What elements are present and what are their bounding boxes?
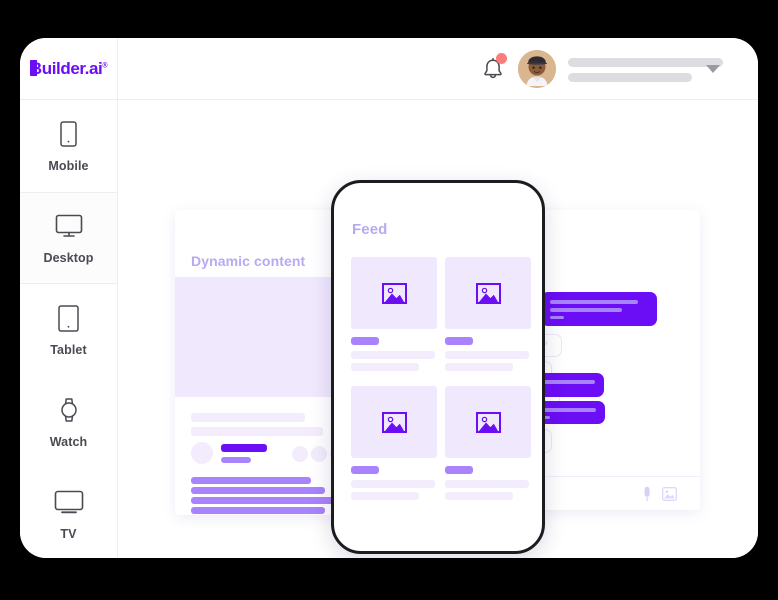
image-attachment-icon[interactable] (662, 487, 677, 506)
registered-mark: ® (102, 62, 108, 70)
text-placeholder-bar (191, 497, 336, 504)
image-placeholder-icon (475, 282, 501, 304)
feed-tile-text-bar (351, 351, 435, 359)
text-placeholder-bar (191, 487, 325, 494)
feed-tile-label-bar (445, 466, 473, 474)
sidebar-item-mobile[interactable]: Mobile (20, 100, 117, 192)
sidebar-item-watch[interactable]: Watch (20, 376, 117, 468)
phone-preview-frame: Feed (331, 180, 545, 554)
sidebar-label-tablet: Tablet (50, 343, 87, 357)
app-header: Builder.ai® (20, 38, 758, 100)
feed-tile-text-bar (351, 480, 435, 488)
feed-tile[interactable] (445, 257, 531, 329)
chat-bubble-outgoing (541, 292, 657, 326)
tablet-icon (58, 303, 79, 333)
preview-canvas: Chat (118, 100, 758, 558)
logo-word: uilder.ai (41, 59, 103, 78)
feed-tile[interactable] (445, 386, 531, 458)
desktop-monitor-icon (55, 211, 83, 241)
tv-icon (54, 487, 84, 517)
reaction-dot (292, 446, 308, 462)
sidebar-label-desktop: Desktop (43, 251, 94, 265)
feed-tile-text-bar (445, 480, 529, 488)
text-placeholder-bar (191, 427, 323, 436)
user-avatar[interactable] (518, 50, 556, 88)
microphone-icon[interactable] (643, 486, 651, 507)
feed-tile-text-bar (351, 492, 419, 500)
dynamic-content-title: Dynamic content (191, 253, 306, 269)
feed-tile-label-bar (351, 337, 379, 345)
reaction-dot (311, 446, 327, 462)
brand-logo[interactable]: Builder.ai® (20, 38, 118, 100)
feed-tile-label-bar (351, 466, 379, 474)
feed-title: Feed (352, 221, 388, 238)
smartwatch-icon (59, 395, 79, 425)
text-placeholder-bar (191, 413, 305, 422)
mobile-phone-icon (60, 119, 77, 149)
feed-tile-text-bar (445, 351, 529, 359)
feed-tile-text-bar (445, 492, 513, 500)
notification-bell-button[interactable] (476, 52, 510, 86)
chevron-down-icon[interactable] (706, 65, 720, 73)
feed-tile[interactable] (351, 257, 437, 329)
text-placeholder-bar (221, 457, 251, 463)
avatar-photo-icon (518, 50, 556, 88)
image-placeholder-icon (475, 411, 501, 433)
feed-tile-text-bar (351, 363, 419, 371)
text-placeholder-bar (191, 507, 325, 514)
feed-tile[interactable] (351, 386, 437, 458)
sidebar-label-tv: TV (60, 527, 77, 541)
sidebar-item-tablet[interactable]: Tablet (20, 284, 117, 376)
image-placeholder-icon (381, 282, 407, 304)
app-window: Builder.ai® Mobile Desktop Tablet Watch … (20, 38, 758, 558)
sidebar-label-mobile: Mobile (48, 159, 89, 173)
sidebar-item-desktop[interactable]: Desktop (20, 192, 117, 284)
sidebar-label-watch: Watch (49, 435, 88, 449)
brand-logo-text: Builder.ai® (29, 59, 108, 79)
notification-badge (496, 53, 507, 64)
sidebar-item-tv[interactable]: TV (20, 468, 117, 558)
text-placeholder-bar (221, 444, 267, 452)
feed-tile-label-bar (445, 337, 473, 345)
user-name-placeholder (568, 58, 723, 67)
logo-initial: B (29, 59, 42, 78)
user-role-placeholder (568, 73, 692, 82)
device-sidebar: Mobile Desktop Tablet Watch TV (20, 100, 118, 558)
avatar-placeholder (191, 442, 213, 464)
image-placeholder-icon (381, 411, 407, 433)
text-placeholder-bar (191, 477, 311, 484)
feed-tile-text-bar (445, 363, 513, 371)
